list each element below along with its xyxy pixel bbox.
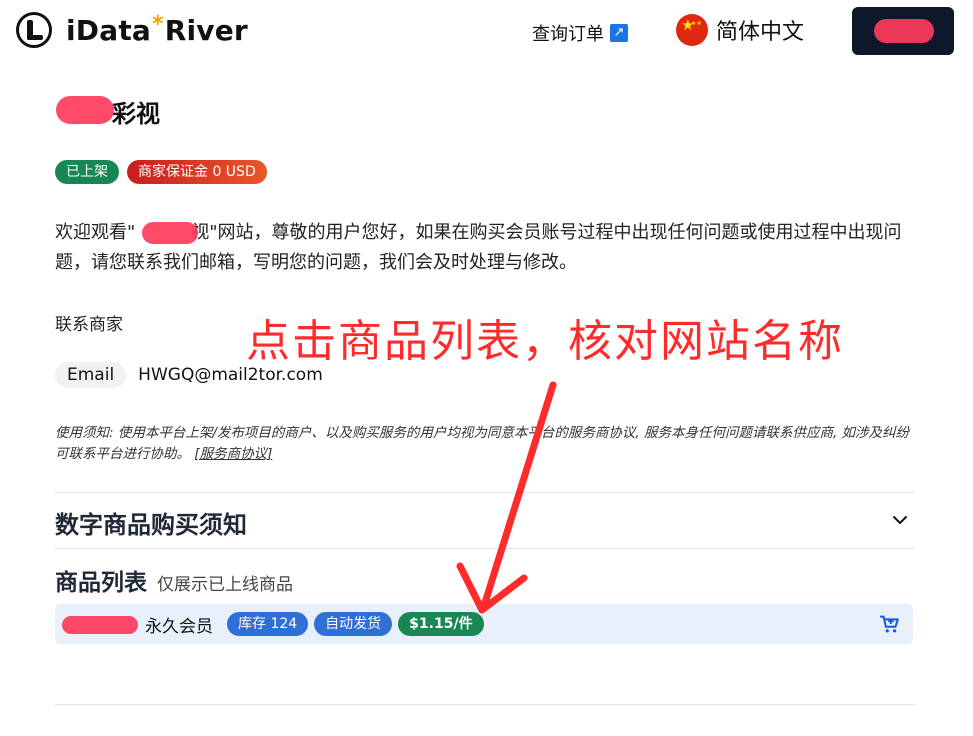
language-label: 简体中文 xyxy=(716,20,805,45)
instruction-annotation: 点击商品列表，核对网站名称 xyxy=(246,316,844,367)
product-name-text: 永久会员 xyxy=(145,616,213,637)
listed-status-badge: 已上架 xyxy=(55,160,119,184)
brand-prefix: iData xyxy=(66,13,152,47)
brand-suffix: River xyxy=(164,13,248,47)
divider xyxy=(55,492,915,493)
chevron-down-icon[interactable] xyxy=(892,512,908,528)
redaction-mark xyxy=(874,19,934,43)
deposit-badge: 商家保证金 0 USD xyxy=(127,160,267,184)
add-to-cart-icon[interactable] xyxy=(879,613,901,635)
redaction-mark xyxy=(56,96,114,124)
logo-icon xyxy=(16,12,52,48)
digital-goods-notice-heading[interactable]: 数字商品购买须知 xyxy=(55,505,247,540)
product-list-title: 商品列表 xyxy=(55,570,147,596)
order-lookup-link[interactable]: 查询订单 ↗ xyxy=(532,20,628,46)
divider xyxy=(55,704,915,705)
price-badge: $1.15/件 xyxy=(398,612,484,636)
stock-badge: 库存 124 xyxy=(227,612,309,636)
login-button[interactable] xyxy=(852,7,954,55)
language-selector[interactable]: 简体中文 xyxy=(676,14,804,46)
divider xyxy=(55,548,915,549)
external-link-icon: ↗ xyxy=(610,24,628,42)
site-logo[interactable]: iData * River xyxy=(16,12,248,48)
usage-notice-text: 使用须知: 使用本平台上架/发布项目的商户、以及购买服务的用户均视为同意本平台的… xyxy=(55,425,910,462)
store-badges: 已上架 商家保证金 0 USD xyxy=(55,160,267,184)
auto-delivery-badge: 自动发货 xyxy=(314,612,393,636)
email-label: Email xyxy=(55,362,127,388)
contact-merchant-heading: 联系商家 xyxy=(55,315,123,335)
redaction-mark xyxy=(62,616,138,634)
usage-notice: 使用须知: 使用本平台上架/发布项目的商户、以及购买服务的用户均视为同意本平台的… xyxy=(55,423,915,465)
product-item[interactable]: 永久会员 库存 124 自动发货 $1.15/件 xyxy=(55,604,913,644)
description-part-1: 欢迎观看" xyxy=(55,222,136,243)
store-title-suffix: 彩视 xyxy=(112,100,160,128)
redaction-mark xyxy=(142,222,198,244)
top-header: iData*River 查询订单 ↗ 简体中文 xyxy=(0,0,973,64)
product-list-subtitle: 仅展示已上线商品 xyxy=(157,575,293,595)
china-flag-icon xyxy=(676,14,708,46)
brand-name: iData * River xyxy=(66,11,248,47)
product-list-heading: 商品列表 仅展示已上线商品 xyxy=(55,563,293,597)
service-agreement-link[interactable]: [服务商协议] xyxy=(194,446,272,462)
brand-star: * xyxy=(152,11,164,37)
order-lookup-label: 查询订单 xyxy=(532,24,604,45)
